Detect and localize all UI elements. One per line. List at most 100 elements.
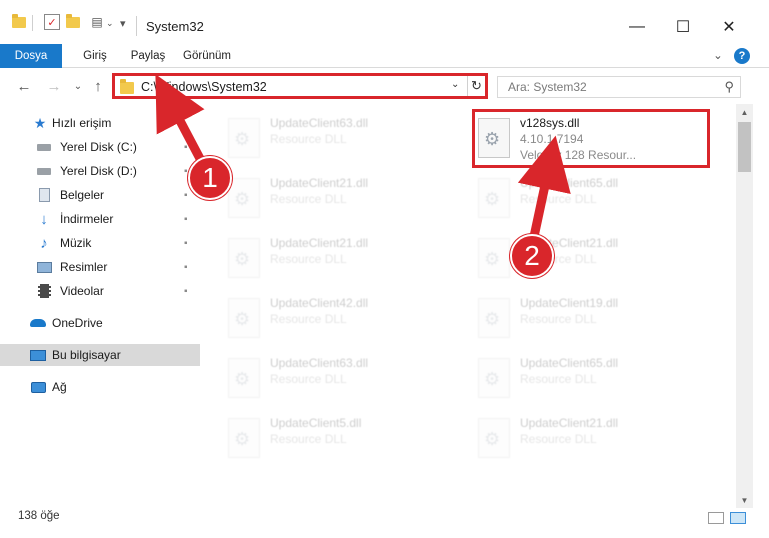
music-icon: ♪	[40, 234, 48, 252]
tab-file[interactable]: Dosya	[0, 44, 62, 68]
file-item[interactable]: UpdateClient21.dll Resource DLL	[472, 230, 712, 286]
tab-home[interactable]: Giriş	[70, 44, 120, 68]
file-item[interactable]: UpdateClient42.dll Resource DLL	[222, 290, 462, 346]
recent-locations-button[interactable]: ⌄	[68, 76, 88, 96]
pin-icon[interactable]: ▪	[184, 190, 188, 201]
forward-button[interactable]: →	[44, 76, 64, 96]
cloud-icon	[30, 316, 46, 330]
sidebar-item-onedrive[interactable]: OneDrive	[0, 312, 200, 334]
sidebar-item-local-disk-d[interactable]: Yerel Disk (D:) ▪	[0, 160, 200, 182]
sidebar-item-label: Videolar	[60, 284, 104, 298]
sidebar-item-quick-access[interactable]: ★ Hızlı erişim	[0, 112, 200, 134]
new-folder-icon[interactable]	[66, 14, 80, 28]
file-type: Resource DLL	[520, 432, 597, 446]
file-name: UpdateClient21.dll	[520, 416, 619, 430]
file-name: UpdateClient42.dll	[270, 296, 369, 310]
file-item[interactable]: UpdateClient5.dll Resource DLL	[222, 410, 462, 466]
sidebar-item-label: İndirmeler	[60, 212, 114, 226]
navigation-pane: ★ Hızlı erişim Yerel Disk (C:) ▪ Yerel D…	[0, 104, 206, 504]
title-bar: ✓ ▤ ⌄ ▾ System32 — ☐ ✕	[0, 0, 769, 44]
refresh-button[interactable]: ↻	[467, 76, 485, 96]
sidebar-item-label: Yerel Disk (C:)	[60, 140, 137, 154]
address-bar[interactable]: C:\Windows\System32 ⌄ ↻	[112, 73, 488, 99]
item-count: 138 öğe	[18, 510, 60, 522]
search-icon[interactable]: ⚲	[724, 79, 734, 95]
pin-icon[interactable]: ▪	[184, 214, 188, 225]
computer-icon	[30, 348, 46, 362]
file-name: UpdateClient21.dll	[270, 176, 369, 190]
tab-view[interactable]: Görünüm	[176, 44, 238, 68]
ribbon: Dosya Giriş Paylaş Görünüm ⌄ ?	[0, 44, 769, 68]
file-type: Resource DLL	[520, 312, 597, 326]
file-name: UpdateClient65.dll	[520, 356, 619, 370]
dll-file-icon	[478, 298, 510, 338]
vertical-scrollbar[interactable]: ▲ ▼	[736, 104, 753, 508]
dll-file-icon	[478, 238, 510, 278]
pin-icon[interactable]: ▪	[184, 262, 188, 273]
sidebar-item-label: Belgeler	[60, 188, 105, 202]
sidebar-item-music[interactable]: ♪ Müzik ▪	[0, 232, 200, 254]
sidebar-item-label: Resimler	[60, 260, 108, 274]
scroll-up-icon[interactable]: ▲	[736, 104, 753, 120]
large-icons-view-icon[interactable]	[730, 512, 746, 524]
sidebar-item-label: Müzik	[60, 236, 92, 250]
tab-share[interactable]: Paylaş	[120, 44, 176, 68]
file-item[interactable]: UpdateClient21.dll Resource DLL	[222, 170, 462, 226]
details-view-icon[interactable]	[708, 512, 724, 524]
ribbon-expand-icon[interactable]: ⌄	[710, 44, 726, 68]
file-type: Resource DLL	[270, 192, 347, 206]
sidebar-item-network[interactable]: Ağ	[0, 376, 200, 398]
address-path[interactable]: C:\Windows\System32	[141, 80, 267, 94]
step-badge-2: 2	[510, 234, 554, 278]
file-item[interactable]: UpdateClient63.dll Resource DLL	[222, 110, 462, 166]
file-type: Resource DLL	[270, 252, 347, 266]
file-item[interactable]: UpdateClient65.dll Resource DLL	[472, 350, 712, 406]
customize-toolbar-icon[interactable]: ▾	[120, 17, 126, 30]
file-type: Resource DLL	[270, 312, 347, 326]
pin-icon[interactable]: ▪	[184, 238, 188, 249]
file-item[interactable]: UpdateClient19.dll Resource DLL	[472, 290, 712, 346]
address-dropdown-icon[interactable]: ⌄	[451, 79, 459, 90]
up-button[interactable]: ↑	[88, 76, 108, 96]
download-icon: ↓	[40, 210, 48, 228]
file-item[interactable]: UpdateClient21.dll Resource DLL	[472, 410, 712, 466]
file-type: Resource DLL	[520, 372, 597, 386]
properties-icon[interactable]: ✓	[44, 14, 60, 30]
pin-icon[interactable]: ▪	[184, 142, 188, 153]
file-type: Resource DLL	[270, 432, 347, 446]
sidebar-item-this-pc[interactable]: Bu bilgisayar	[0, 344, 200, 366]
title-divider	[136, 16, 137, 36]
minimize-button[interactable]: —	[614, 12, 660, 42]
sidebar-item-documents[interactable]: Belgeler ▪	[0, 184, 200, 206]
highlight-box	[472, 109, 710, 168]
sidebar-item-videos[interactable]: Videolar ▪	[0, 280, 200, 302]
dll-file-icon	[478, 358, 510, 398]
drive-icon	[36, 164, 52, 178]
folder-icon	[12, 14, 26, 28]
file-item[interactable]: UpdateClient21.dll Resource DLL	[222, 230, 462, 286]
help-icon[interactable]: ?	[734, 48, 750, 64]
toolbar-divider	[32, 15, 33, 31]
dll-file-icon	[228, 418, 260, 458]
sidebar-item-pictures[interactable]: Resimler ▪	[0, 256, 200, 278]
search-placeholder: Ara: System32	[508, 80, 587, 94]
maximize-button[interactable]: ☐	[660, 12, 706, 42]
pin-icon[interactable]: ▪	[184, 166, 188, 177]
pin-icon[interactable]: ▪	[184, 286, 188, 297]
file-item[interactable]: UpdateClient63.dll Resource DLL	[222, 350, 462, 406]
star-icon: ★	[33, 114, 47, 131]
search-input[interactable]: Ara: System32 ⚲	[497, 76, 741, 98]
window-title: System32	[146, 19, 204, 34]
sidebar-item-downloads[interactable]: ↓ İndirmeler ▪	[0, 208, 200, 230]
sidebar-item-local-disk-c[interactable]: Yerel Disk (C:) ▪	[0, 136, 200, 158]
back-button[interactable]: ←	[14, 76, 34, 96]
sidebar-item-label: Hızlı erişim	[52, 116, 112, 130]
video-icon	[36, 284, 52, 298]
close-button[interactable]: ✕	[706, 12, 752, 42]
view-options-chevron-icon[interactable]: ⌄	[106, 18, 114, 29]
pictures-icon	[36, 260, 52, 274]
view-options-icon[interactable]: ▤	[88, 15, 106, 29]
dll-file-icon	[478, 178, 510, 218]
scrollbar-thumb[interactable]	[738, 122, 751, 172]
file-item[interactable]: UpdateClient65.dll Resource DLL	[472, 170, 712, 226]
